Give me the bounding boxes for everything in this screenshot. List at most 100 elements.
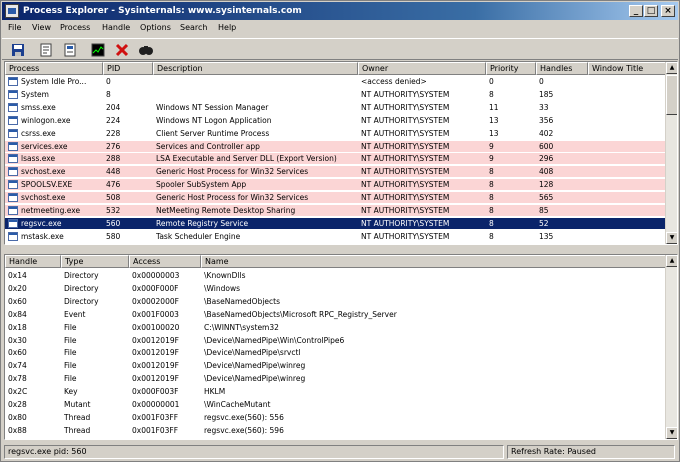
process-owner: NT AUTHORITY\SYSTEM (361, 141, 450, 151)
process-row[interactable]: lsass.exe 288 LSA Executable and Server DL… (5, 153, 665, 165)
cpu-graph-icon[interactable] (90, 42, 106, 58)
process-row[interactable]: regsvc.exe 560 Remote Registry Service NT A… (5, 217, 665, 229)
handle-row[interactable]: 0x30 File 0x0012019F \Device\NamedPipe\Win\… (5, 335, 665, 346)
handle-row[interactable]: 0x74 File 0x0012019F \Device\NamedPipe\winr… (5, 360, 665, 371)
handle-name: \Device\NamedPipe\winreg (204, 374, 306, 384)
scroll-up-button[interactable]: ▲ (666, 62, 677, 74)
column-header-description[interactable]: Description (153, 62, 358, 75)
column-header-handles[interactable]: Handles (536, 62, 588, 75)
handle-type: File (64, 361, 77, 371)
column-header-priority[interactable]: Priority (486, 62, 536, 75)
handle-row[interactable]: 0x18 File 0x00100020 C:\WINNT\system32 (5, 322, 665, 333)
handle-value: 0x80 (8, 412, 27, 422)
handle-list[interactable]: Handle Type Access Name 0x14 Directory 0x0… (4, 254, 678, 440)
process-priority: 11 (489, 102, 499, 112)
kill-process-icon[interactable] (114, 42, 130, 58)
process-handles: 0 (539, 77, 544, 86)
properties-icon[interactable] (38, 42, 54, 58)
handle-row[interactable]: 0x84 Event 0x001F0003 \BaseNamedObjects\Mic… (5, 309, 665, 320)
handle-access: 0x001F03FF (132, 425, 179, 435)
handle-row[interactable]: 0x20 Directory 0x000F000F \Windows (5, 283, 665, 294)
process-handles: 402 (539, 128, 554, 138)
handle-value: 0x30 (8, 335, 27, 345)
menu-handle[interactable]: Handle (102, 23, 130, 32)
handle-row[interactable]: 0x28 Mutant 0x00000001 \WinCacheMutant (5, 399, 665, 410)
process-row[interactable]: mstask.exe 580 Task Scheduler Engine NT AUT… (5, 231, 665, 242)
menu-options[interactable]: Options (140, 23, 171, 32)
process-scrollbar[interactable]: ▲ ▼ (665, 62, 677, 244)
process-priority: 8 (489, 193, 494, 203)
process-row[interactable]: netmeeting.exe 532 NetMeeting Remote Deskt… (5, 205, 665, 216)
process-description: Generic Host Process for Win32 Services (156, 193, 309, 203)
handle-value: 0x60 (8, 348, 27, 358)
handle-row[interactable]: 0x60 Directory 0x0002000F \BaseNamedObjects (5, 296, 665, 307)
process-row[interactable]: csrss.exe 228 Client Server Runtime Proces… (5, 128, 665, 139)
handle-value: 0x78 (8, 374, 27, 384)
minimize-button[interactable]: _ (629, 5, 643, 17)
handle-type: Directory (64, 296, 99, 306)
scroll-down-button[interactable]: ▼ (666, 427, 677, 439)
process-row[interactable]: svchost.exe 508 Generic Host Process for W… (5, 192, 665, 204)
process-name: System Idle Pro... (21, 77, 87, 86)
process-row[interactable]: SPOOLSV.EXE 476 Spooler SubSystem App NT AU… (5, 179, 665, 191)
document-icon[interactable] (62, 42, 78, 58)
process-owner: NT AUTHORITY\SYSTEM (361, 231, 450, 241)
process-pid: 288 (106, 154, 121, 164)
process-priority: 9 (489, 141, 494, 151)
column-header-pid[interactable]: PID (103, 62, 153, 75)
process-icon (8, 141, 18, 151)
column-header-window-title[interactable]: Window Title (588, 62, 667, 75)
process-row[interactable]: svchost.exe 448 Generic Host Process for W… (5, 166, 665, 178)
process-pid: 228 (106, 128, 121, 138)
column-header-owner[interactable]: Owner (358, 62, 486, 75)
process-name: svchost.exe (21, 167, 66, 177)
scroll-up-button[interactable]: ▲ (666, 255, 677, 267)
handle-row[interactable]: 0x80 Thread 0x001F03FF regsvc.exe(560): 556 (5, 412, 665, 423)
column-header-process[interactable]: Process (5, 62, 103, 75)
process-description: Spooler SubSystem App (156, 180, 247, 190)
menu-process[interactable]: Process (60, 23, 90, 32)
handle-name: regsvc.exe(560): 596 (204, 425, 284, 435)
scroll-down-button[interactable]: ▼ (666, 232, 677, 244)
process-row[interactable]: System 8 NT AUTHORITY\SYSTEM 8 185 (5, 89, 665, 100)
save-icon[interactable] (10, 42, 26, 58)
process-owner: NT AUTHORITY\SYSTEM (361, 154, 450, 164)
scroll-thumb[interactable] (666, 75, 677, 115)
process-handles: 600 (539, 141, 554, 151)
title-bar[interactable]: Process Explorer - Sysinternals: www.sys… (2, 2, 678, 20)
process-row[interactable]: System Idle Pro... 0 <access denied> 0 0 (5, 76, 665, 87)
menu-help[interactable]: Help (218, 23, 236, 32)
handle-row[interactable]: 0x88 Thread 0x001F03FF regsvc.exe(560): 596 (5, 425, 665, 436)
close-button[interactable]: × (661, 5, 675, 17)
process-pid: 448 (106, 167, 121, 177)
status-bar: regsvc.exe pid: 560 Refresh Rate: Paused (2, 443, 678, 461)
handle-row[interactable]: 0x60 File 0x0012019F \Device\NamedPipe\srvc… (5, 347, 665, 358)
handle-access: 0x001F0003 (132, 309, 179, 319)
process-row[interactable]: services.exe 276 Services and Controller a… (5, 140, 665, 152)
column-header-handle[interactable]: Handle (5, 255, 61, 268)
handle-name: \WinCacheMutant (204, 400, 271, 409)
handle-row[interactable]: 0x78 File 0x0012019F \Device\NamedPipe\winr… (5, 373, 665, 384)
handle-name: HKLM (204, 387, 226, 397)
process-name: netmeeting.exe (21, 206, 81, 215)
process-priority: 8 (489, 206, 494, 215)
handle-type: Key (64, 387, 78, 397)
handle-row[interactable]: 0x14 Directory 0x00000003 \KnownDlls (5, 270, 665, 281)
maximize-button[interactable]: □ (644, 5, 658, 17)
process-row[interactable]: winlogon.exe 224 Windows NT Logon Applicat… (5, 115, 665, 126)
handle-access: 0x0012019F (132, 374, 179, 384)
handle-scrollbar[interactable]: ▲ ▼ (665, 255, 677, 439)
process-priority: 13 (489, 115, 499, 125)
column-header-access[interactable]: Access (129, 255, 201, 268)
handle-row[interactable]: 0x2C Key 0x000F003F HKLM (5, 386, 665, 397)
app-icon[interactable] (5, 4, 19, 18)
menu-file[interactable]: File (8, 23, 21, 32)
menu-view[interactable]: View (32, 23, 51, 32)
handle-access: 0x0012019F (132, 335, 179, 345)
menu-search[interactable]: Search (180, 23, 207, 32)
process-list[interactable]: Process PID Description Owner Priority H… (4, 61, 678, 245)
column-header-name[interactable]: Name (201, 255, 667, 268)
column-header-type[interactable]: Type (61, 255, 129, 268)
find-icon[interactable] (138, 42, 154, 58)
process-row[interactable]: smss.exe 204 Windows NT Session Manager NT … (5, 102, 665, 113)
